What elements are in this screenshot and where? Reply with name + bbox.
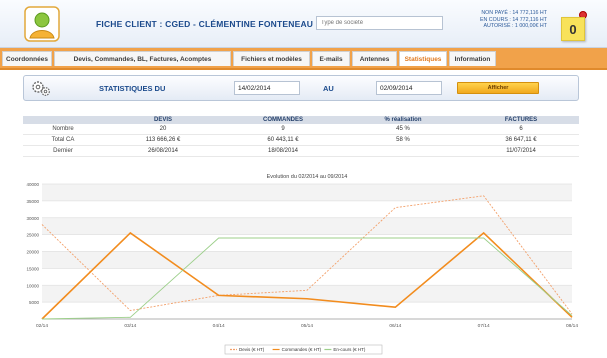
y-tick-label: 5000 bbox=[29, 300, 40, 305]
x-tick-label: 08/14 bbox=[566, 323, 578, 329]
y-tick-label: 30000 bbox=[26, 216, 39, 221]
table-cell: 9 bbox=[223, 124, 343, 135]
tab-information[interactable]: Information bbox=[449, 51, 496, 66]
column-header: % réalisation bbox=[343, 116, 463, 124]
grid-band bbox=[42, 285, 572, 303]
show-button[interactable]: Afficher bbox=[457, 82, 539, 94]
tab-devis-commandes[interactable]: Devis, Commandes, BL, Factures, Acomptes bbox=[54, 51, 231, 66]
company-type-input[interactable] bbox=[316, 16, 443, 30]
table-cell bbox=[343, 145, 463, 157]
table-cell: 11/07/2014 bbox=[463, 145, 579, 157]
table-cell: 18/08/2014 bbox=[223, 145, 343, 157]
stats-to-label: AU bbox=[323, 84, 334, 93]
legend-label: En-cours (€ HT) bbox=[333, 347, 366, 352]
stats-from-label: STATISTIQUES DU bbox=[99, 84, 166, 93]
gear-icon bbox=[32, 81, 50, 96]
y-tick-label: 10000 bbox=[26, 283, 39, 288]
table-cell: 58 % bbox=[343, 134, 463, 146]
x-tick-label: 04/14 bbox=[213, 323, 225, 329]
tab-fichiers[interactable]: Fichiers et modèles bbox=[233, 51, 310, 66]
column-header: DEVIS bbox=[103, 116, 223, 124]
x-tick-label: 05/14 bbox=[301, 323, 313, 329]
series-line bbox=[41, 237, 573, 320]
user-avatar-icon bbox=[24, 6, 60, 42]
client-header: FICHE CLIENT : CGED - CLÉMENTINE FONTENE… bbox=[0, 0, 607, 48]
date-from-input[interactable] bbox=[234, 81, 300, 95]
tab-bar: Coordonnées Devis, Commandes, BL, Factur… bbox=[0, 48, 607, 70]
grid-band bbox=[42, 217, 572, 235]
table-cell: 113 666,26 € bbox=[103, 134, 223, 146]
table-row: Total CA 113 666,26 € 60 443,11 € 58 % 3… bbox=[23, 134, 579, 146]
y-tick-label: 40000 bbox=[26, 182, 39, 187]
grid-band bbox=[42, 184, 572, 201]
column-header: FACTURES bbox=[463, 116, 579, 124]
tab-coordonnees[interactable]: Coordonnées bbox=[2, 51, 52, 66]
column-header: COMMANDES bbox=[223, 116, 343, 124]
table-cell: 26/08/2014 bbox=[103, 145, 223, 157]
row-label: Dernier bbox=[23, 145, 103, 157]
status-unpaid: NON PAYÉ : 14 772,116 HT bbox=[481, 10, 547, 16]
tab-statistiques[interactable]: Statistiques bbox=[399, 51, 447, 66]
x-tick-label: 06/14 bbox=[389, 323, 401, 329]
row-label: Total CA bbox=[23, 134, 103, 146]
legend-label: Commandes (€ HT) bbox=[282, 347, 322, 352]
page-title: FICHE CLIENT : CGED - CLÉMENTINE FONTENE… bbox=[96, 19, 314, 29]
table-cell: 60 443,11 € bbox=[223, 134, 343, 146]
date-to-input[interactable] bbox=[376, 81, 442, 95]
client-window: FICHE CLIENT : CGED - CLÉMENTINE FONTENE… bbox=[0, 0, 607, 358]
table-cell: 36 647,11 € bbox=[463, 134, 579, 146]
column-header bbox=[23, 116, 103, 124]
table-header-row: DEVIS COMMANDES % réalisation FACTURES bbox=[23, 116, 579, 124]
table-row: Nombre 20 9 45 % 6 bbox=[23, 124, 579, 135]
y-tick-label: 25000 bbox=[26, 233, 39, 238]
y-tick-label: 20000 bbox=[26, 250, 39, 255]
status-authorized: AUTORISÉ : 1 000,00€ HT bbox=[483, 23, 548, 29]
stats-filter-panel: STATISTIQUES DU AU Afficher bbox=[23, 75, 579, 101]
account-status: NON PAYÉ : 14 772,116 HT EN COURS : 14 7… bbox=[480, 10, 547, 30]
table-cell: 6 bbox=[463, 124, 579, 135]
y-tick-label: 15000 bbox=[26, 266, 39, 271]
y-tick-label: 35000 bbox=[26, 199, 39, 204]
row-label: Nombre bbox=[23, 124, 103, 135]
table-row: Dernier 26/08/2014 18/08/2014 11/07/2014 bbox=[23, 145, 579, 157]
x-tick-label: 03/14 bbox=[124, 323, 136, 329]
chart-title: Evolution du 02/2014 au 09/2014 bbox=[267, 174, 348, 180]
table-cell: 45 % bbox=[343, 124, 463, 135]
tab-antennes[interactable]: Antennes bbox=[352, 51, 397, 66]
notes-badge[interactable]: 0 bbox=[561, 17, 585, 41]
evolution-chart: 5000 10000 15000 20000 25000 30000 35000 40000 0… bbox=[26, 174, 578, 355]
legend-label: Devis (€ HT) bbox=[239, 347, 265, 352]
x-tick-label: 02/14 bbox=[36, 323, 48, 329]
x-tick-label: 07/14 bbox=[478, 323, 490, 329]
table-cell: 20 bbox=[103, 124, 223, 135]
grid-band bbox=[42, 251, 572, 269]
stats-table: DEVIS COMMANDES % réalisation FACTURES N… bbox=[23, 116, 579, 157]
tab-emails[interactable]: E-mails bbox=[312, 51, 350, 66]
